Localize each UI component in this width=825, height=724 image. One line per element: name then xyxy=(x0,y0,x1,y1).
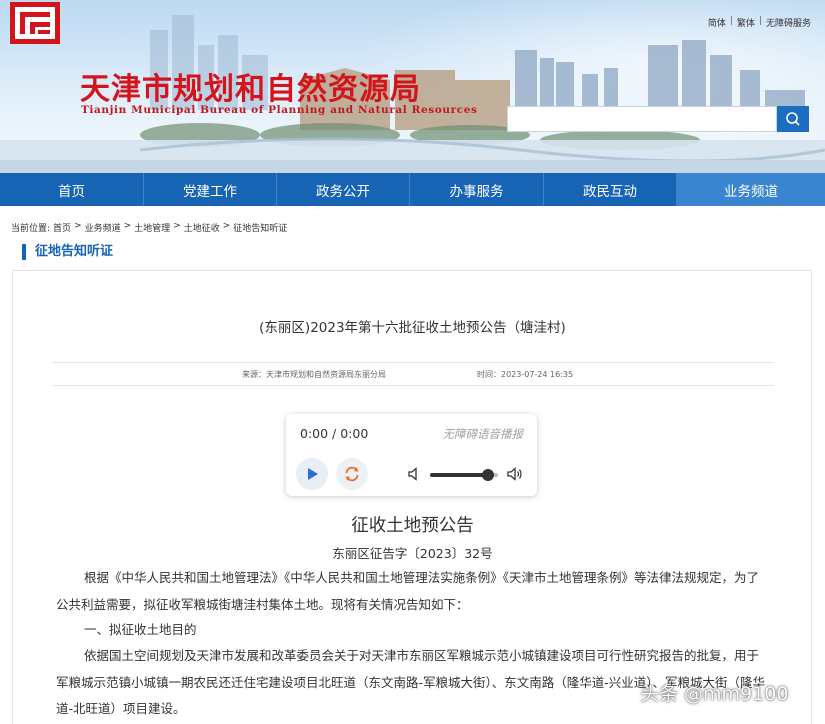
search-button[interactable] xyxy=(777,106,809,132)
article-time: 时间：2023-07-24 16:35 xyxy=(477,369,574,379)
document-number: 东丽区征告字〔2023〕32号 xyxy=(332,546,493,561)
breadcrumb-separator: > xyxy=(74,221,82,231)
nav-item-government-affairs[interactable]: 政务公开 xyxy=(277,173,410,206)
player-time: 0:00 / 0:00 xyxy=(300,426,369,441)
top-links: 简体 | 繁体 | 无障碍服务 xyxy=(708,16,811,29)
volume-slider-track[interactable] xyxy=(430,473,488,477)
article-title: (东丽区)2023年第十六批征收土地预公告（塘洼村) xyxy=(259,320,566,336)
breadcrumb-separator: > xyxy=(173,221,181,231)
nav-item-business-channel[interactable]: 业务频道 xyxy=(677,173,825,206)
search-input[interactable] xyxy=(507,106,777,132)
nav-item-party-building[interactable]: 党建工作 xyxy=(144,173,277,206)
document-title: 征收土地预公告 xyxy=(351,516,474,536)
play-icon xyxy=(308,468,318,480)
separator: | xyxy=(729,16,733,26)
search-icon xyxy=(786,112,800,126)
site-title: 天津市规划和自然资源局 xyxy=(80,72,421,107)
main-nav: 首页 党建工作 政务公开 办事服务 政民互动 业务频道 xyxy=(0,173,825,206)
breadcrumb-item[interactable]: 首页 xyxy=(53,221,71,234)
nav-item-services[interactable]: 办事服务 xyxy=(410,173,544,206)
breadcrumb-separator: > xyxy=(123,221,132,231)
breadcrumb-prefix: 当前位置: xyxy=(11,224,51,234)
audio-player: 0:00 / 0:00 无障碍语音播报 xyxy=(286,414,537,496)
paragraph-intro: 根据《中华人民共和国土地管理法》《中华人民共和国土地管理法实施条例》《天津市土地… xyxy=(56,570,760,612)
breadcrumb-item[interactable]: 土地管理 xyxy=(134,221,170,234)
volume-slider-handle[interactable] xyxy=(482,469,494,481)
tts-label: 无障碍语音播报 xyxy=(442,427,524,441)
watermark: 头条 @mm9100 xyxy=(640,683,789,705)
nav-item-interaction[interactable]: 政民互动 xyxy=(544,173,677,206)
loop-button[interactable] xyxy=(336,458,368,490)
breadcrumb: 当前位置: 首页 > 业务频道 > 土地管理 > 土地征收 > 征地告知听证 xyxy=(11,221,287,234)
paragraph-heading-purpose: 一、拟征收土地目的 xyxy=(84,622,197,637)
breadcrumb-item[interactable]: 业务频道 xyxy=(85,221,121,234)
breadcrumb-item[interactable]: 征地告知听证 xyxy=(233,221,287,234)
play-button[interactable] xyxy=(296,458,328,490)
separator: | xyxy=(758,16,762,26)
bureau-logo-icon xyxy=(10,2,60,44)
article-meta: 来源：天津市规划和自然资源局东丽分局 时间：2023-07-24 16:35 xyxy=(52,362,774,386)
simplified-chinese-link[interactable]: 简体 xyxy=(708,16,726,29)
header-banner: 天津市规划和自然资源局 Tianjin Municipal Bureau of … xyxy=(0,0,825,174)
volume-up-icon[interactable] xyxy=(507,466,523,482)
traditional-chinese-link[interactable]: 繁体 xyxy=(737,16,755,29)
breadcrumb-separator: > xyxy=(222,221,231,231)
volume-down-icon[interactable] xyxy=(408,467,420,481)
accessibility-link[interactable]: 无障碍服务 xyxy=(766,16,811,29)
loop-icon xyxy=(345,466,359,482)
article-source: 来源：天津市规划和自然资源局东丽分局 xyxy=(242,369,386,379)
nav-item-home[interactable]: 首页 xyxy=(0,173,144,206)
site-subtitle: Tianjin Municipal Bureau of Planning and… xyxy=(81,104,478,116)
breadcrumb-item[interactable]: 土地征收 xyxy=(184,221,220,234)
section-title: 征地告知听证 xyxy=(22,244,113,260)
